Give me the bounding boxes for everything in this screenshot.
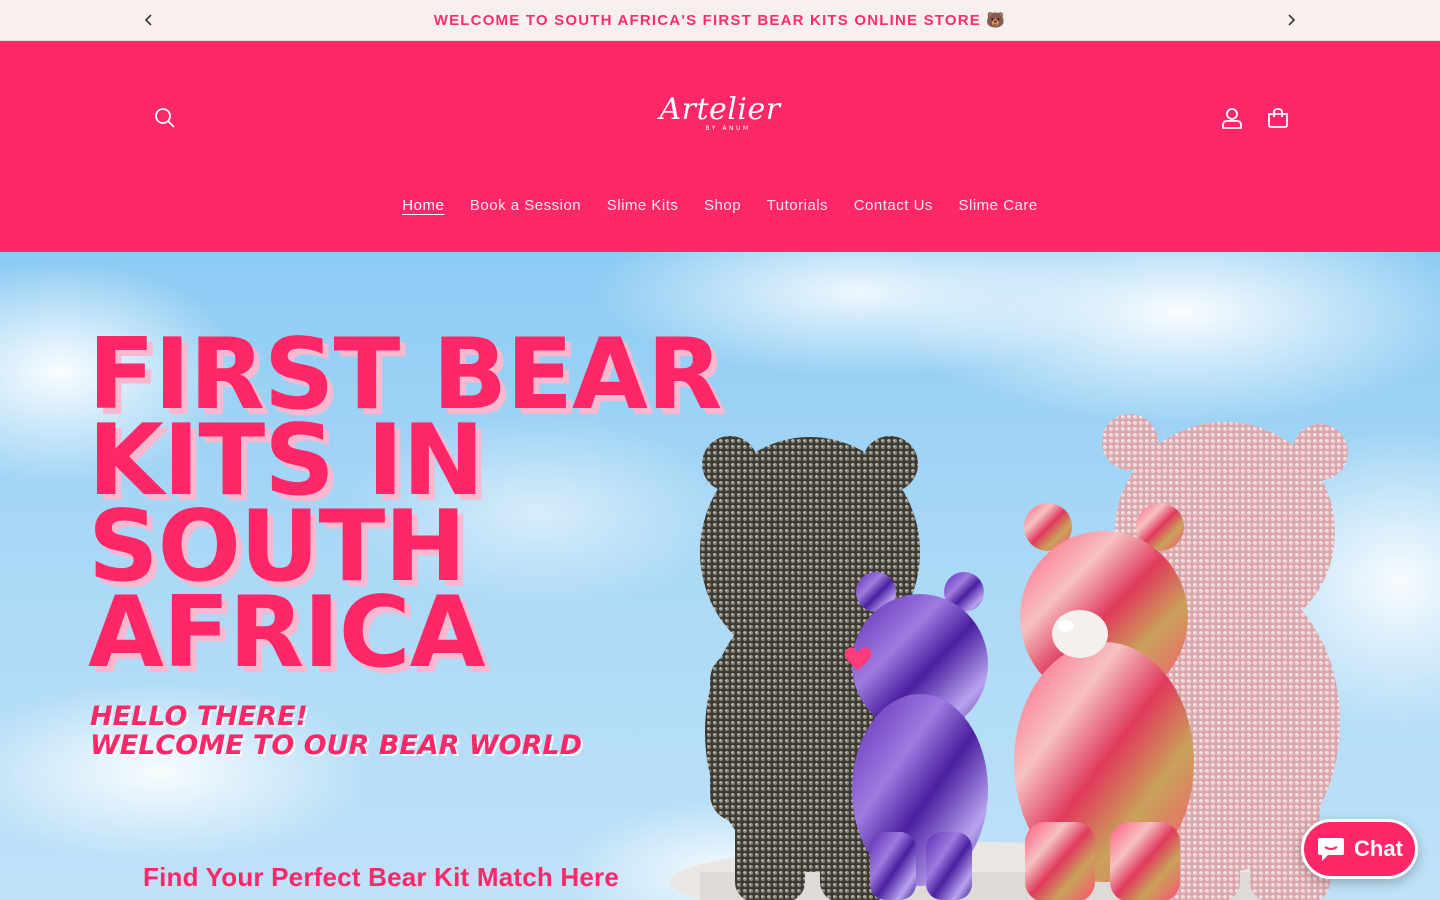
nav-item-tutorials[interactable]: Tutorials xyxy=(754,197,841,214)
nav-item-slime-care[interactable]: Slime Care xyxy=(946,197,1051,214)
search-icon xyxy=(155,108,175,128)
hero-subtitle: HELLO THERE! WELCOME TO OUR BEAR WORLD xyxy=(90,701,582,761)
announcement-next-button[interactable] xyxy=(1280,9,1302,31)
nav-item-contact-us[interactable]: Contact Us xyxy=(841,197,946,214)
account-icon xyxy=(1222,108,1242,129)
chat-label: Chat xyxy=(1354,836,1403,861)
logo-tagline: BY ANUM xyxy=(705,124,751,132)
nav-item-book-a-session[interactable]: Book a Session xyxy=(457,197,594,214)
cart-button[interactable] xyxy=(1258,98,1298,138)
chat-bubble-icon xyxy=(1318,838,1345,861)
nav-item-slime-kits[interactable]: Slime Kits xyxy=(594,197,691,214)
chevron-right-icon xyxy=(1288,14,1296,26)
chat-button[interactable]: Chat xyxy=(1301,819,1418,879)
nav-item-shop[interactable]: Shop xyxy=(691,197,754,214)
announcement-prev-button[interactable] xyxy=(138,9,160,31)
account-button[interactable] xyxy=(1212,98,1252,138)
announcement-text: WELCOME TO SOUTH AFRICA'S FIRST BEAR KIT… xyxy=(433,12,1007,29)
cart-icon xyxy=(1268,108,1288,128)
bear-figurines-image xyxy=(670,414,1348,900)
site-header: Artelier BY ANUM Home Book a Session Sli… xyxy=(0,41,1440,252)
nav-item-home[interactable]: Home xyxy=(390,197,458,214)
hero-banner: FIRST BEAR KITS IN SOUTH AFRICA HELLO TH… xyxy=(0,252,1440,900)
logo-wordmark: Artelier xyxy=(659,91,781,127)
hero-cta-link[interactable]: Find Your Perfect Bear Kit Match Here xyxy=(143,862,619,893)
chevron-left-icon xyxy=(144,14,152,26)
main-nav: Home Book a Session Slime Kits Shop Tuto… xyxy=(0,197,1440,214)
site-logo[interactable]: Artelier BY ANUM xyxy=(659,89,781,137)
search-button[interactable] xyxy=(145,98,185,138)
announcement-bar: WELCOME TO SOUTH AFRICA'S FIRST BEAR KIT… xyxy=(0,0,1440,41)
